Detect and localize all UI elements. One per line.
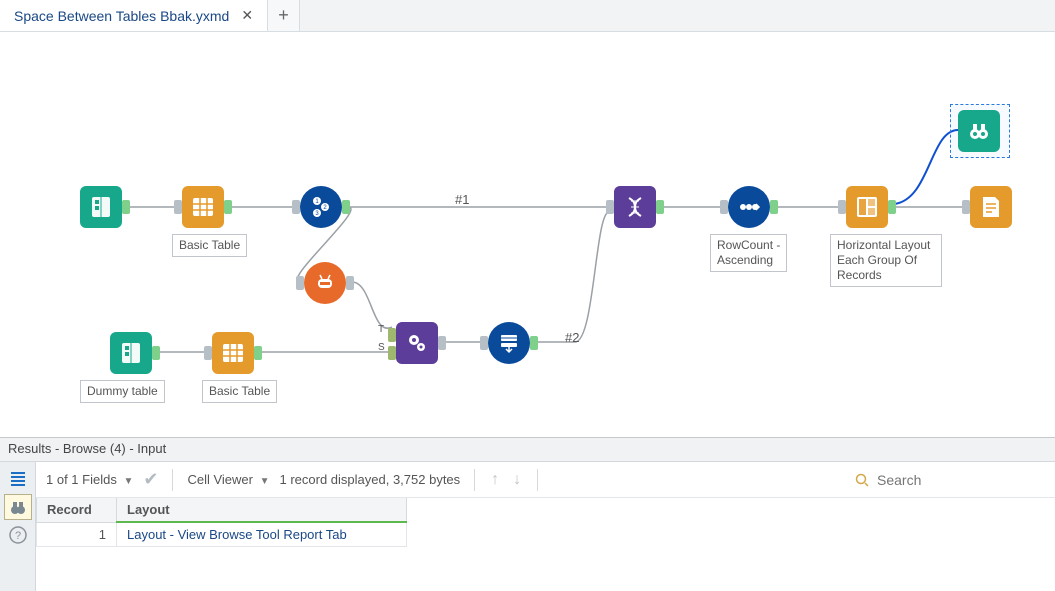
anchor-in[interactable] bbox=[174, 200, 182, 214]
anchor-out[interactable] bbox=[224, 200, 232, 214]
anchor-in[interactable] bbox=[962, 200, 970, 214]
table-row[interactable]: 1 Layout - View Browse Tool Report Tab bbox=[37, 522, 407, 547]
dna-icon bbox=[622, 194, 648, 220]
tool-join-multiple[interactable] bbox=[614, 186, 656, 228]
anchor-in[interactable] bbox=[720, 200, 728, 214]
anchor-label-s: S bbox=[378, 342, 385, 353]
union-icon bbox=[496, 330, 522, 356]
col-record[interactable]: Record bbox=[37, 498, 117, 522]
tool-union[interactable] bbox=[488, 322, 530, 364]
results-panel: Results - Browse (4) - Input ? 1 of 1 Fi… bbox=[0, 437, 1055, 591]
chevron-down-icon: ▼ bbox=[257, 476, 270, 487]
workflow-canvas[interactable]: Basic Table 123 #1 Dummy table Basic Tab… bbox=[0, 32, 1055, 437]
tool-formula[interactable] bbox=[304, 262, 346, 304]
annotation-1: #1 bbox=[455, 192, 469, 207]
search-icon bbox=[855, 473, 869, 487]
tool-render[interactable] bbox=[970, 186, 1012, 228]
tool-basic-table-1[interactable] bbox=[182, 186, 224, 228]
anchor-in[interactable] bbox=[204, 346, 212, 360]
grid-header-row: Record Layout bbox=[37, 498, 407, 522]
anchor-out[interactable] bbox=[346, 276, 354, 290]
anchor-out[interactable] bbox=[770, 200, 778, 214]
gutter-messages-button[interactable] bbox=[4, 466, 32, 492]
check-icon[interactable]: ✔ bbox=[143, 469, 158, 490]
anchor-s[interactable] bbox=[388, 346, 396, 360]
results-main: 1 of 1 Fields ▼ ✔ Cell Viewer ▼ 1 record… bbox=[36, 462, 1055, 591]
table-icon bbox=[220, 340, 246, 366]
layout-icon bbox=[854, 194, 880, 220]
anchor-in[interactable] bbox=[296, 276, 304, 290]
binoculars-icon bbox=[9, 498, 27, 516]
tool-label-basic-table-1: Basic Table bbox=[172, 234, 247, 257]
tool-text-input-1[interactable] bbox=[80, 186, 122, 228]
sort-icon bbox=[736, 194, 762, 220]
anchor-in[interactable] bbox=[480, 336, 488, 350]
gutter-browse-button[interactable] bbox=[4, 494, 32, 520]
anchor-label-t: T bbox=[378, 324, 384, 335]
anchor-out[interactable] bbox=[254, 346, 262, 360]
anchor-out[interactable] bbox=[888, 200, 896, 214]
book-icon bbox=[118, 340, 144, 366]
tab-active[interactable]: Space Between Tables Bbak.yxmd ✕ bbox=[0, 0, 268, 31]
table-icon bbox=[190, 194, 216, 220]
tool-label-basic-table-2: Basic Table bbox=[202, 380, 277, 403]
anchor-out[interactable] bbox=[342, 200, 350, 214]
tool-label-dummy-table: Dummy table bbox=[80, 380, 165, 403]
anchor-in[interactable] bbox=[606, 200, 614, 214]
anchor-t[interactable] bbox=[388, 328, 396, 342]
tool-label-layout: Horizontal Layout Each Group Of Records bbox=[830, 234, 942, 287]
fields-summary: 1 of 1 Fields bbox=[46, 472, 117, 487]
tool-record-id[interactable]: 123 bbox=[300, 186, 342, 228]
results-grid: Record Layout 1 Layout - View Browse Too… bbox=[36, 498, 1055, 591]
anchor-in[interactable] bbox=[292, 200, 300, 214]
formula-icon bbox=[312, 270, 338, 296]
arrow-down-icon[interactable]: ↓ bbox=[511, 471, 523, 489]
tool-browse[interactable] bbox=[958, 110, 1000, 152]
tab-label: Space Between Tables Bbak.yxmd bbox=[14, 8, 229, 24]
search-input[interactable] bbox=[875, 471, 1025, 489]
cell-record: 1 bbox=[37, 522, 117, 547]
gears-icon bbox=[404, 330, 430, 356]
tool-layout[interactable] bbox=[846, 186, 888, 228]
tab-bar: Space Between Tables Bbak.yxmd ✕ + bbox=[0, 0, 1055, 32]
gutter-help-button[interactable]: ? bbox=[4, 522, 32, 548]
results-gutter: ? bbox=[0, 462, 36, 591]
anchor-in[interactable] bbox=[838, 200, 846, 214]
cellviewer-label: Cell Viewer bbox=[187, 472, 253, 487]
close-icon[interactable]: ✕ bbox=[241, 7, 253, 24]
numbers-icon: 123 bbox=[308, 194, 334, 220]
tool-label-sort: RowCount - Ascending bbox=[710, 234, 787, 272]
annotation-2: #2 bbox=[565, 330, 579, 345]
fields-dropdown[interactable]: 1 of 1 Fields ▼ bbox=[46, 472, 133, 487]
record-summary: 1 record displayed, 3,752 bytes bbox=[280, 472, 461, 487]
report-icon bbox=[978, 194, 1004, 220]
anchor-out[interactable] bbox=[656, 200, 664, 214]
tool-dynamic-replace[interactable] bbox=[396, 322, 438, 364]
anchor-out[interactable] bbox=[438, 336, 446, 350]
separator bbox=[474, 469, 475, 491]
results-toolbar: 1 of 1 Fields ▼ ✔ Cell Viewer ▼ 1 record… bbox=[36, 462, 1055, 498]
anchor-out[interactable] bbox=[530, 336, 538, 350]
book-icon bbox=[88, 194, 114, 220]
cell-layout-link[interactable]: Layout - View Browse Tool Report Tab bbox=[117, 522, 407, 547]
tool-sort[interactable] bbox=[728, 186, 770, 228]
svg-text:?: ? bbox=[14, 530, 20, 542]
tool-basic-table-2[interactable] bbox=[212, 332, 254, 374]
separator bbox=[172, 469, 173, 491]
add-tab-button[interactable]: + bbox=[268, 0, 300, 31]
anchor-out[interactable] bbox=[152, 346, 160, 360]
separator bbox=[537, 469, 538, 491]
help-icon: ? bbox=[8, 525, 28, 545]
binoculars-icon bbox=[966, 118, 992, 144]
cellviewer-dropdown[interactable]: Cell Viewer ▼ bbox=[187, 472, 269, 487]
search-box[interactable] bbox=[855, 471, 1045, 489]
results-header: Results - Browse (4) - Input bbox=[0, 438, 1055, 462]
anchor-out[interactable] bbox=[122, 200, 130, 214]
col-layout[interactable]: Layout bbox=[117, 498, 407, 522]
arrow-up-icon[interactable]: ↑ bbox=[489, 471, 501, 489]
list-icon bbox=[9, 470, 27, 488]
chevron-down-icon: ▼ bbox=[120, 476, 133, 487]
tool-text-input-2[interactable] bbox=[110, 332, 152, 374]
